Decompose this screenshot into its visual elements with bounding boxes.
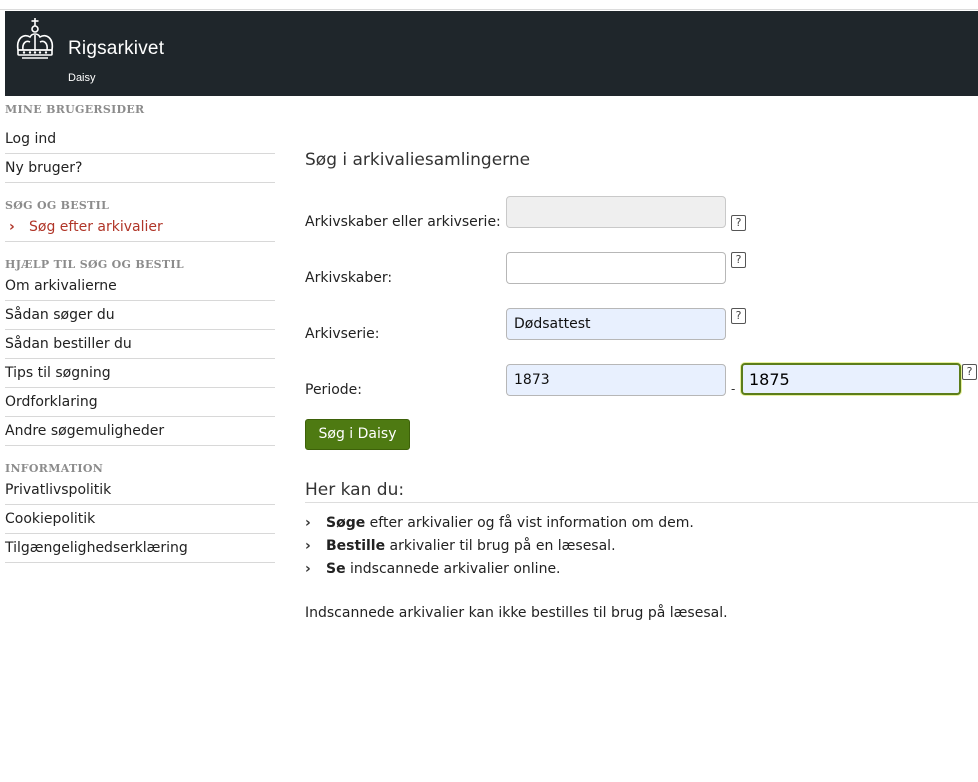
sidebar-item-saadan-soeger-du[interactable]: Sådan søger du xyxy=(5,301,275,330)
help-question-icon[interactable]: ? xyxy=(731,252,746,268)
sidebar-item-label: Søg efter arkivalier xyxy=(29,219,163,235)
sidebar-item-tips-til-soegning[interactable]: Tips til søgning xyxy=(5,359,275,388)
sidebar-section-title-information: INFORMATION xyxy=(5,462,104,475)
chevron-right-icon: › xyxy=(9,219,15,235)
bullet-bold: Se xyxy=(326,561,346,577)
info-bullet: › Bestille arkivalier til brug på en læse… xyxy=(305,538,616,554)
scanned-note: Indscannede arkivalier kan ikke bestille… xyxy=(305,605,728,621)
periode-to-input[interactable] xyxy=(741,363,961,395)
help-question-icon[interactable]: ? xyxy=(731,308,746,324)
royal-crown-icon[interactable] xyxy=(12,16,58,62)
periode-from-input[interactable] xyxy=(506,364,726,396)
sidebar-item-saadan-bestiller-du[interactable]: Sådan bestiller du xyxy=(5,330,275,359)
arkivskaber-eller-serie-label: Arkivskaber eller arkivserie: xyxy=(305,214,501,230)
sidebar-section-title-soeg-og-bestil: SØG OG BESTIL xyxy=(5,199,110,212)
info-bullet: › Søge efter arkivalier og få vist inform… xyxy=(305,515,694,531)
chevron-right-icon: › xyxy=(305,538,311,554)
divider xyxy=(305,502,978,503)
chevron-right-icon: › xyxy=(305,515,311,531)
sidebar-item-ordforklaring[interactable]: Ordforklaring xyxy=(5,388,275,417)
sidebar-item-om-arkivalierne[interactable]: Om arkivalierne xyxy=(5,272,275,301)
bullet-bold: Bestille xyxy=(326,538,386,554)
info-title: Her kan du: xyxy=(305,480,405,500)
periode-separator: - xyxy=(731,382,736,396)
chevron-right-icon: › xyxy=(305,561,311,577)
sidebar-item-tilgaengelighedserklaering[interactable]: Tilgængelighedserklæring xyxy=(5,534,275,563)
bullet-text: arkivalier til brug på en læsesal. xyxy=(385,538,616,554)
browser-top-strip xyxy=(0,0,978,10)
bullet-text: indscannede arkivalier online. xyxy=(345,561,561,577)
periode-label: Periode: xyxy=(305,382,362,398)
search-daisy-button[interactable]: Søg i Daisy xyxy=(305,419,410,450)
arkivserie-input[interactable] xyxy=(506,308,726,340)
arkivskaber-input[interactable] xyxy=(506,252,726,284)
brand-name[interactable]: Rigsarkivet xyxy=(68,38,164,60)
site-header: Rigsarkivet Daisy xyxy=(5,11,978,96)
sidebar-section-title-mine-brugersider: MINE BRUGERSIDER xyxy=(5,103,145,116)
sidebar-item-andre-soegemuligheder[interactable]: Andre søgemuligheder xyxy=(5,417,275,446)
arkivserie-label: Arkivserie: xyxy=(305,326,380,342)
sidebar-section-title-hjaelp: HJÆLP TIL SØG OG BESTIL xyxy=(5,258,184,271)
sidebar-item-ny-bruger[interactable]: Ny bruger? xyxy=(5,154,275,183)
help-question-icon[interactable]: ? xyxy=(962,364,977,380)
sidebar-item-privatlivspolitik[interactable]: Privatlivspolitik xyxy=(5,476,275,505)
bullet-text: efter arkivalier og få vist information … xyxy=(365,515,694,531)
sidebar-item-cookiepolitik[interactable]: Cookiepolitik xyxy=(5,505,275,534)
sidebar-item-soeg-efter-arkivalier[interactable]: › Søg efter arkivalier xyxy=(5,213,275,242)
help-question-icon[interactable]: ? xyxy=(731,215,746,231)
bullet-bold: Søge xyxy=(326,515,366,531)
page-title: Søg i arkivaliesamlingerne xyxy=(305,150,531,170)
brand-subtitle: Daisy xyxy=(68,72,96,84)
info-bullet: › Se indscannede arkivalier online. xyxy=(305,561,561,577)
arkivskaber-label: Arkivskaber: xyxy=(305,270,393,286)
sidebar-nav: MINE BRUGERSIDER Log ind Ny bruger? SØG … xyxy=(5,96,275,563)
arkivskaber-eller-serie-input[interactable] xyxy=(506,196,726,228)
